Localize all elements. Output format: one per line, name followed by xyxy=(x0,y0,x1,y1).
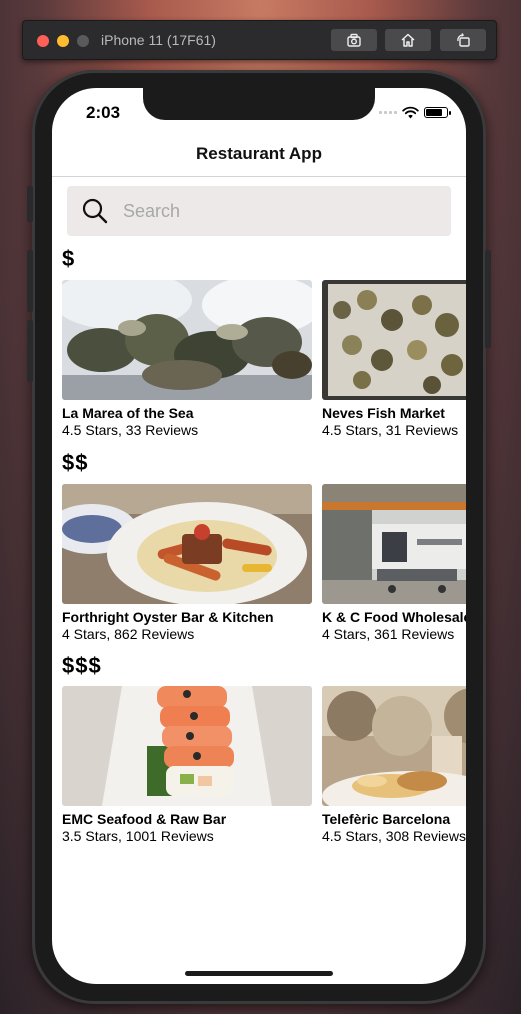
notch xyxy=(143,88,375,120)
restaurant-rating: 3.5 Stars, 1001 Reviews xyxy=(62,828,214,844)
restaurant-photo-warehouse xyxy=(322,484,466,604)
simulator-title: iPhone 11 (17F61) xyxy=(101,32,216,48)
rotate-button[interactable] xyxy=(440,29,486,51)
restaurant-rating: 4.5 Stars, 31 Reviews xyxy=(322,422,459,438)
restaurant-photo-telefèric xyxy=(322,686,466,806)
section-heading-price-1: $ xyxy=(62,246,76,271)
restaurant-photo-oysters xyxy=(62,280,312,400)
page-title: Restaurant App xyxy=(196,144,322,163)
restaurant-card[interactable]: K & C Food Wholesale 4 Stars, 361 Review… xyxy=(322,484,466,642)
status-icons xyxy=(379,106,451,119)
restaurant-photo-fish-market xyxy=(322,280,466,400)
restaurant-photo-plated-dish xyxy=(62,484,312,604)
power-button xyxy=(485,250,491,348)
simulator-toolbar: iPhone 11 (17F61) xyxy=(22,20,497,60)
screenshot-button[interactable] xyxy=(331,29,377,51)
restaurant-name: Neves Fish Market xyxy=(322,405,445,421)
search-input[interactable]: Search xyxy=(123,201,180,222)
search-bar[interactable]: Search xyxy=(67,186,451,236)
restaurant-card[interactable]: Telefèric Barcelona 4.5 Stars, 308 Revie… xyxy=(322,686,466,844)
volume-up-button xyxy=(27,250,33,312)
rotate-icon xyxy=(457,33,470,47)
section-heading-price-2: $$ xyxy=(62,450,89,475)
close-window-button[interactable] xyxy=(37,35,49,47)
restaurant-rating: 4 Stars, 862 Reviews xyxy=(62,626,195,642)
restaurant-card[interactable]: Neves Fish Market 4.5 Stars, 31 Reviews xyxy=(322,280,466,438)
restaurant-name: La Marea of the Sea xyxy=(62,405,194,421)
nav-divider xyxy=(52,176,466,177)
minimize-window-button[interactable] xyxy=(57,35,69,47)
zoom-window-button[interactable] xyxy=(77,35,89,47)
signal-icon xyxy=(379,111,397,114)
volume-down-button xyxy=(27,320,33,382)
restaurant-card[interactable]: La Marea of the Sea 4.5 Stars, 33 Review… xyxy=(62,280,312,438)
restaurant-name: K & C Food Wholesale xyxy=(322,609,466,625)
restaurant-name: Telefèric Barcelona xyxy=(322,811,451,827)
camera-icon xyxy=(347,33,361,47)
restaurant-rating: 4.5 Stars, 33 Reviews xyxy=(62,422,199,438)
restaurant-card[interactable]: Forthright Oyster Bar & Kitchen 4 Stars,… xyxy=(62,484,312,642)
app-screen: 2:03 Restaurant App Search $ La Marea of… xyxy=(52,88,466,984)
wifi-icon xyxy=(402,106,419,119)
restaurant-rating: 4.5 Stars, 308 Reviews xyxy=(322,828,466,844)
restaurant-photo-sushi xyxy=(62,686,312,806)
battery-icon xyxy=(424,107,451,118)
home-indicator[interactable] xyxy=(185,971,333,976)
restaurant-name: EMC Seafood & Raw Bar xyxy=(62,811,227,827)
restaurant-rating: 4 Stars, 361 Reviews xyxy=(322,626,455,642)
mute-switch xyxy=(27,186,33,222)
home-button[interactable] xyxy=(385,29,431,51)
search-icon xyxy=(82,198,108,224)
restaurant-card[interactable]: EMC Seafood & Raw Bar 3.5 Stars, 1001 Re… xyxy=(62,686,312,844)
home-icon xyxy=(401,33,415,47)
status-time: 2:03 xyxy=(86,103,121,122)
section-heading-price-3: $$$ xyxy=(62,653,102,678)
restaurant-name: Forthright Oyster Bar & Kitchen xyxy=(62,609,274,625)
